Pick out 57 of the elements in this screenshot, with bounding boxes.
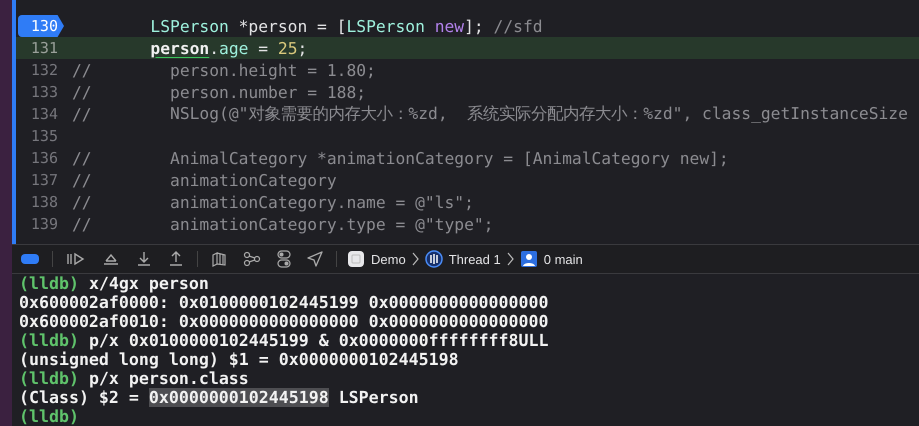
- code-comment: person.height = 1.80;: [169, 60, 376, 80]
- console-output: (unsigned long long) $1 = 0x0000000102445198: [19, 350, 459, 369]
- console-command: p/x person.class: [88, 369, 249, 388]
- app-icon: [347, 250, 365, 268]
- breadcrumb-item[interactable]: Demo: [347, 250, 406, 268]
- line-number: 132: [30, 61, 58, 79]
- console-prompt: (lldb): [19, 369, 79, 388]
- comment-marker: //: [72, 214, 92, 234]
- breadcrumb-item[interactable]: Thread 1: [424, 250, 501, 268]
- console-prompt: (lldb): [19, 331, 79, 350]
- console-output: 0x600002af0000: 0x0100000102445199 0x0000000000000000: [19, 293, 548, 312]
- chevron-icon: [412, 252, 419, 266]
- line-number: 131: [30, 39, 58, 57]
- comment-marker: //: [72, 170, 92, 190]
- code-text: ;: [298, 38, 308, 58]
- breadcrumb-item[interactable]: 0 main: [520, 250, 583, 268]
- code-comment: NSLog(@"对象需要的内存大小：%zd, 系统实际分配内存大小：%zd", class_getInstanceSize: [169, 104, 908, 123]
- person-icon: [520, 250, 538, 268]
- selected-text: 0x0000000102445198: [148, 388, 329, 407]
- code-text: ];: [464, 16, 485, 36]
- number-literal: 25: [278, 38, 298, 58]
- code-comment: AnimalCategory *animationCategory = [AnimalCategory new];: [169, 148, 729, 168]
- line-number: 136: [30, 149, 58, 167]
- console-prompt: (lldb): [19, 407, 79, 426]
- line-number: 137: [30, 171, 58, 189]
- chevron-icon: [506, 252, 514, 266]
- comment-marker: //: [72, 148, 92, 168]
- line-number: 135: [30, 127, 58, 145]
- keyword: new: [434, 16, 464, 36]
- code-comment: animationCategory: [169, 170, 337, 190]
- thread-icon: [424, 250, 443, 268]
- type-name: LSPerson: [150, 16, 229, 36]
- comment-marker: //: [72, 82, 92, 102]
- console-output: 0x600002af0010: 0x0000000000000000 0x0000000000000000: [19, 312, 548, 331]
- line-number: 133: [30, 83, 58, 101]
- code-text: =: [257, 38, 270, 58]
- comment-marker: //: [72, 60, 92, 80]
- line-number: 138: [30, 193, 58, 211]
- code-comment: person.number = 188;: [169, 82, 366, 102]
- console-output: (Class) $2 =: [19, 388, 140, 407]
- code-text: *person = [: [238, 16, 346, 36]
- code-comment: animationCategory.name = @"ls";: [169, 192, 474, 212]
- line-number: 139: [30, 215, 58, 233]
- console-command: x/4gx person: [88, 274, 209, 293]
- console-command: p/x 0x0100000102445199 & 0x0000000ffffffff8ULL: [88, 331, 548, 350]
- type-name: age: [219, 38, 248, 58]
- console-prompt: (lldb): [19, 274, 79, 293]
- code-comment: animationCategory.type = @"type";: [169, 214, 494, 234]
- type-name: LSPerson: [346, 16, 425, 36]
- console-output: LSPerson: [338, 388, 419, 407]
- line-number: 134: [30, 105, 58, 123]
- variable-name: person: [150, 38, 210, 58]
- code-text: .: [209, 38, 220, 58]
- comment-marker: //: [72, 192, 92, 212]
- comment-marker: //: [72, 104, 92, 124]
- breakpoint-marker[interactable]: 130: [18, 15, 64, 37]
- code-comment: //sfd: [494, 16, 543, 36]
